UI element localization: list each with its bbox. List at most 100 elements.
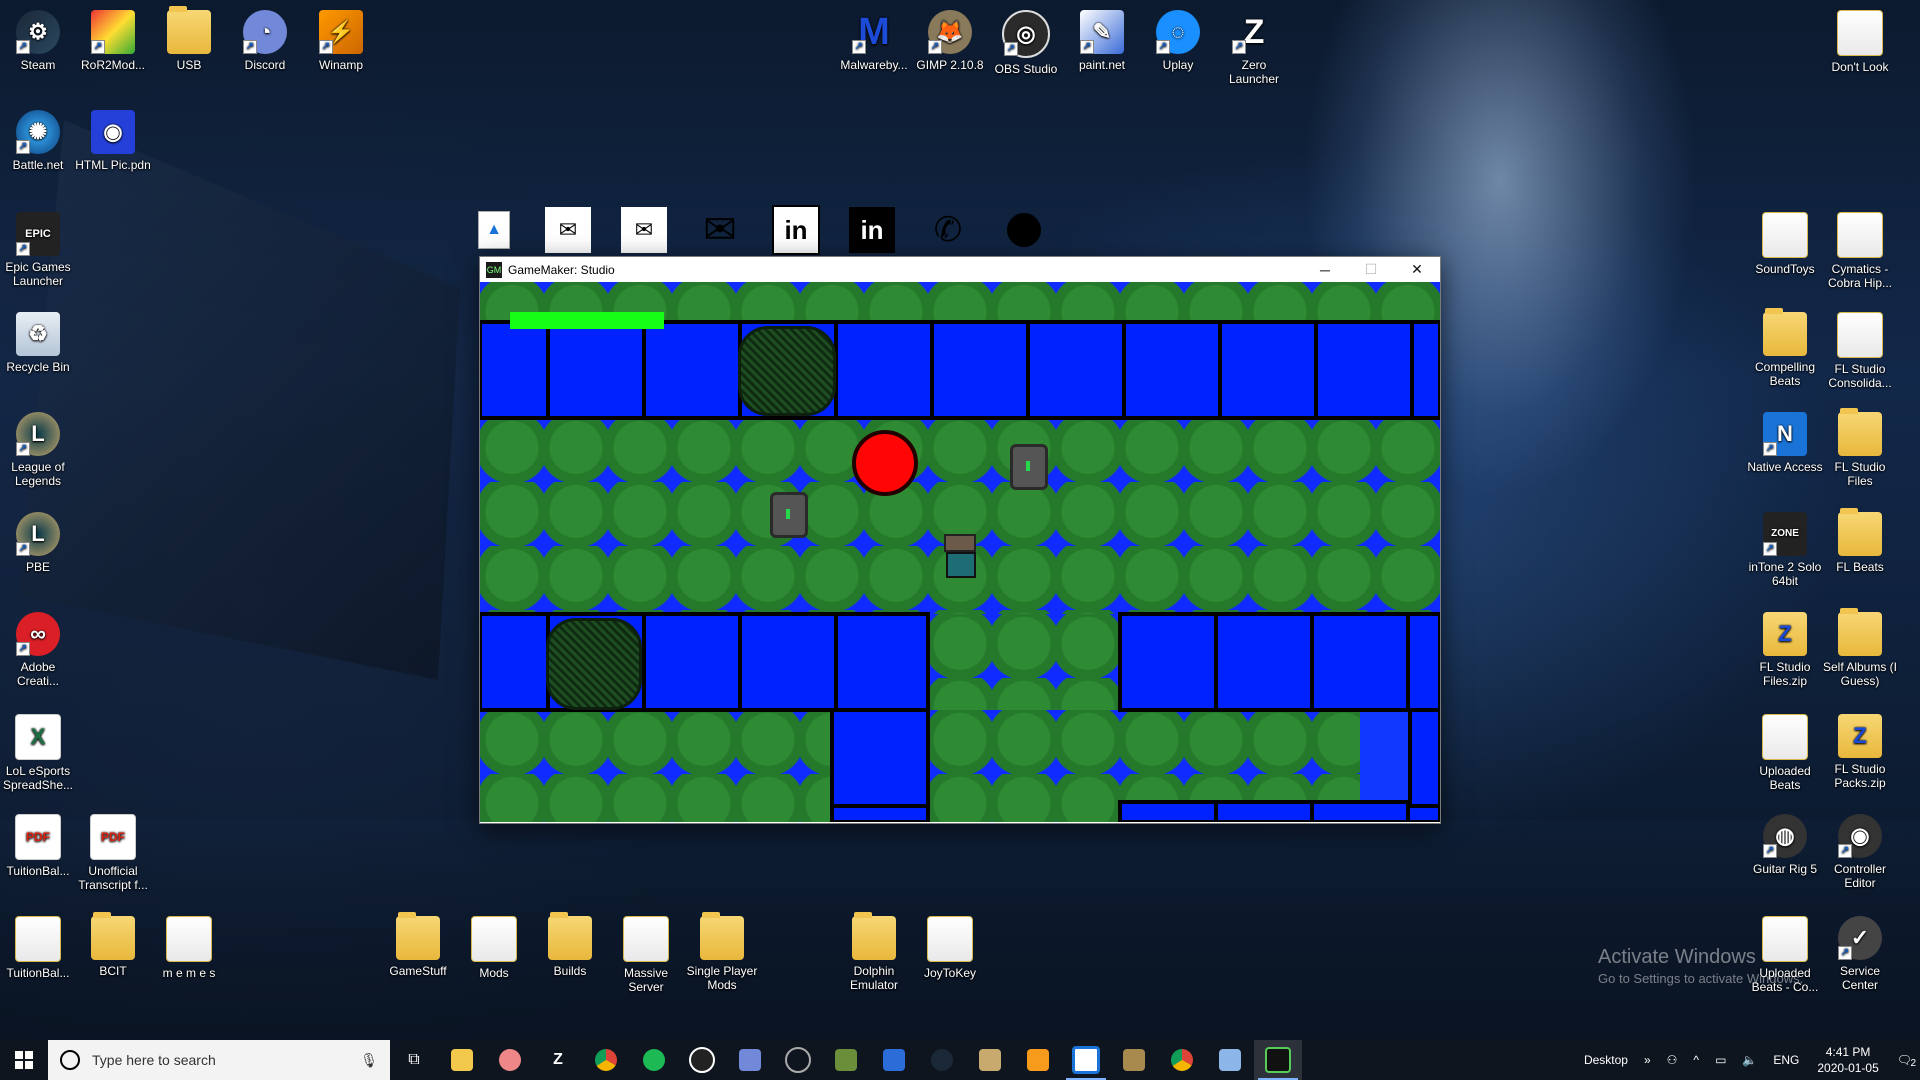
fl-studio-icon[interactable]: [1014, 1040, 1062, 1080]
microphone-icon[interactable]: 🎙: [360, 1052, 378, 1069]
minimize-button[interactable]: ─: [1302, 257, 1348, 282]
clock[interactable]: 4:41 PM 2020-01-05: [1807, 1044, 1888, 1076]
gamemaker-window[interactable]: GM GameMaker: Studio ─ ☐ ✕: [479, 256, 1441, 824]
desktop-icon-controller-editor[interactable]: ◉ Controller Editor: [1822, 814, 1898, 890]
desktop-icon-uplay[interactable]: ◌ Uplay: [1140, 10, 1216, 72]
paint-icon[interactable]: [486, 1040, 534, 1080]
gamemaker-ide-icon[interactable]: [1062, 1040, 1110, 1080]
desktop-icon-dolphin[interactable]: Dolphin Emulator: [836, 912, 912, 992]
desktop-icon-soundtoys[interactable]: SoundToys: [1747, 212, 1823, 276]
folder-document-icon: [1762, 714, 1808, 760]
desktop-icon-fl-files[interactable]: FL Studio Files: [1822, 408, 1898, 488]
network-icon[interactable]: ▭: [1707, 1053, 1734, 1067]
desktop-icon-fl-files-zip[interactable]: Z FL Studio Files.zip: [1747, 612, 1823, 688]
start-button[interactable]: [0, 1040, 48, 1080]
task-view-icon[interactable]: ⧉: [390, 1040, 438, 1080]
linkedin-icon[interactable]: in: [772, 205, 820, 255]
desktop-icon-native-access[interactable]: N Native Access: [1747, 412, 1823, 474]
gamemaker-runner-icon[interactable]: [1254, 1040, 1302, 1080]
league-taskbar-icon[interactable]: [966, 1040, 1014, 1080]
desktop-icon-builds[interactable]: Builds: [532, 912, 608, 978]
spotify-icon[interactable]: [630, 1040, 678, 1080]
desktop-icon-cymatics[interactable]: Cymatics - Cobra Hip...: [1822, 212, 1898, 290]
chevron-toolbar-icon[interactable]: »: [1636, 1053, 1659, 1067]
desktop-icon-compelling-beats[interactable]: Compelling Beats: [1747, 308, 1823, 388]
mail-icon[interactable]: ✉: [544, 206, 592, 254]
zero-launcher-taskbar-icon[interactable]: Z: [534, 1040, 582, 1080]
desktop-icon-adobe[interactable]: ∞ Adobe Creati...: [0, 612, 76, 688]
desktop-icon-mods[interactable]: Mods: [456, 916, 532, 980]
desktop-icon-tuition-pdf[interactable]: PDF TuitionBal...: [0, 814, 76, 878]
chrome-icon[interactable]: [582, 1040, 630, 1080]
desktop-icon-obs[interactable]: ◎ OBS Studio: [988, 10, 1064, 76]
desktop-icon-pbe[interactable]: L PBE: [0, 512, 76, 574]
visual-studio-icon[interactable]: [870, 1040, 918, 1080]
desktop-icon-gimp[interactable]: 🦊 GIMP 2.10.8: [912, 10, 988, 72]
icon-label: RoR2Mod...: [80, 58, 146, 72]
desktop-icon-single-player-mods[interactable]: Single Player Mods: [684, 912, 760, 992]
desktop-icon-massive-server[interactable]: Massive Server: [608, 916, 684, 994]
desktop-icon-lol[interactable]: L League of Legends: [0, 412, 76, 488]
language-indicator[interactable]: ENG: [1765, 1053, 1807, 1067]
envelope-icon[interactable]: ✉: [696, 206, 744, 254]
desktop-icon-fl-beats[interactable]: FL Beats: [1822, 508, 1898, 574]
obs-taskbar-icon[interactable]: [678, 1040, 726, 1080]
phone-icon[interactable]: ✆: [924, 206, 972, 254]
desktop-icon-gamestuff[interactable]: GameStuff: [380, 912, 456, 978]
desktop-icon-dont-look[interactable]: Don't Look: [1822, 10, 1898, 74]
league-pbe-taskbar-icon[interactable]: [1110, 1040, 1158, 1080]
desktop-icon-html-pic[interactable]: ◉ HTML Pic.pdn: [75, 110, 151, 172]
desktop-icon-memes[interactable]: m e m e s: [151, 916, 227, 980]
icon-label: Guitar Rig 5: [1752, 862, 1818, 876]
blender-icon[interactable]: [774, 1040, 822, 1080]
desktop-icon-epic[interactable]: EPIC Epic Games Launcher: [0, 212, 76, 288]
desktop-toolbar[interactable]: Desktop: [1576, 1053, 1636, 1067]
icon-label: PBE: [25, 560, 50, 574]
desktop-icon-bcit[interactable]: BCIT: [75, 912, 151, 978]
desktop-icon-fl-consolidated[interactable]: FL Studio Consolida...: [1822, 312, 1898, 390]
desktop-icon-battlenet[interactable]: ✺ Battle.net: [0, 110, 76, 172]
desktop-icon-recycle-bin[interactable]: ♻ Recycle Bin: [0, 312, 76, 374]
minecraft-icon[interactable]: [822, 1040, 870, 1080]
icon-label: inTone 2 Solo 64bit: [1748, 560, 1822, 588]
desktop-icon-uploaded-beats[interactable]: Uploaded Beats: [1747, 714, 1823, 792]
adobe-cc-icon: ∞: [16, 612, 60, 656]
desktop-icon-paintnet[interactable]: ✎ paint.net: [1064, 10, 1140, 72]
desktop-icon-zero-launcher[interactable]: Z Zero Launcher: [1216, 10, 1292, 86]
desktop-icon-malwarebytes[interactable]: M Malwareby...: [836, 10, 912, 72]
close-button[interactable]: ✕: [1394, 257, 1440, 282]
taskbar-search[interactable]: Type here to search 🎙: [48, 1040, 390, 1080]
steam-taskbar-icon[interactable]: [918, 1040, 966, 1080]
desktop-icon-usb[interactable]: USB: [151, 6, 227, 72]
action-center-icon[interactable]: 🗨 2: [1889, 1053, 1920, 1069]
desktop-icon-self-albums[interactable]: Self Albums (I Guess): [1822, 608, 1898, 688]
file-explorer-icon[interactable]: [438, 1040, 486, 1080]
folder-icon: [1763, 308, 1807, 356]
mail-icon[interactable]: ✉: [620, 206, 668, 254]
maximize-button[interactable]: ☐: [1348, 257, 1394, 282]
people-icon[interactable]: ⚇: [1659, 1053, 1686, 1067]
desktop-icon-fl-packs-zip[interactable]: Z FL Studio Packs.zip: [1822, 714, 1898, 790]
image-file-icon[interactable]: ▲: [470, 206, 518, 254]
volume-icon[interactable]: 🔈: [1734, 1053, 1765, 1067]
linkedin-icon[interactable]: in: [848, 206, 896, 254]
desktop-icon-ror2mod[interactable]: RoR2Mod...: [75, 10, 151, 72]
desktop-icon-guitar-rig[interactable]: ◍ Guitar Rig 5: [1747, 814, 1823, 876]
desktop-icon-unofficial-transcript[interactable]: PDF Unofficial Transcript f...: [75, 814, 151, 892]
desktop-icon-tuition-bottom[interactable]: TuitionBal...: [0, 916, 76, 980]
desktop-icon-intone[interactable]: ZONE inTone 2 Solo 64bit: [1747, 512, 1823, 588]
desktop-icon-steam[interactable]: ⚙ Steam: [0, 10, 76, 72]
discord-taskbar-icon[interactable]: [726, 1040, 774, 1080]
pdf-icon: PDF: [15, 814, 61, 860]
paintnet-taskbar-icon[interactable]: [1206, 1040, 1254, 1080]
desktop-icon-service-center[interactable]: ✓ Service Center: [1822, 916, 1898, 992]
show-hidden-icons-icon[interactable]: ^: [1685, 1053, 1707, 1067]
desktop-icon-joytokey[interactable]: JoyToKey: [912, 916, 988, 980]
desktop-icon-lol-esports[interactable]: X LoL eSports SpreadShe...: [0, 714, 76, 792]
desktop-icon-discord[interactable]: ◔ Discord: [227, 10, 303, 72]
chrome-2-icon[interactable]: [1158, 1040, 1206, 1080]
github-icon[interactable]: [1000, 206, 1048, 254]
game-canvas[interactable]: [480, 282, 1440, 822]
desktop-icon-winamp[interactable]: ⚡ Winamp: [303, 10, 379, 72]
title-bar[interactable]: GM GameMaker: Studio ─ ☐ ✕: [480, 257, 1440, 282]
